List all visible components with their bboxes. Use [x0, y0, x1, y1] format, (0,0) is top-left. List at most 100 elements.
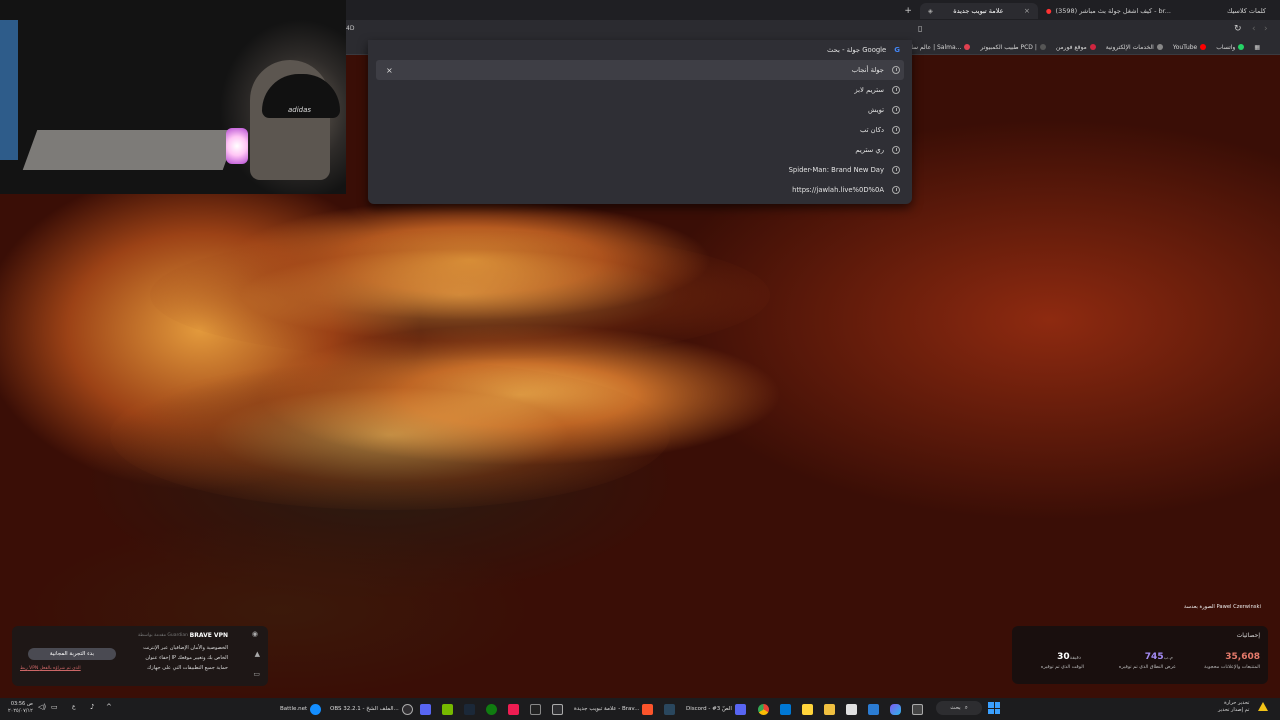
photo-credit[interactable]: الصورة بعدسة Pawel Czerwinski: [1184, 604, 1261, 610]
stat-time: 30دقيقة الوقت الذي تم توفيره: [1041, 652, 1084, 670]
capcut-icon[interactable]: [530, 701, 541, 717]
history-icon: [892, 86, 900, 94]
suggestion-history-item[interactable]: Spider-Man: Brand New Day: [376, 160, 904, 180]
youtube-icon: ●: [1045, 7, 1052, 15]
heat-warning-notification[interactable]: تحذير حرارة تم إصدار تحذير: [1218, 700, 1249, 714]
plus-icon: +: [904, 6, 912, 16]
tab-1[interactable]: ◈ علامة تبويب جديدة ×: [919, 3, 1038, 19]
obs-icon: [401, 703, 413, 715]
network-icon[interactable]: ▭: [51, 703, 58, 711]
suggestion-history-item[interactable]: × جولة أنجاب: [376, 60, 904, 80]
start-button[interactable]: [988, 702, 1000, 714]
browser-tabstrip: كلمات كلاسيك ● (3598) كيف اشغل جولة بث مب…: [346, 0, 1280, 20]
new-tab-button[interactable]: +: [896, 3, 920, 19]
cap-text: adidas: [288, 106, 312, 114]
chrome-icon[interactable]: [758, 701, 769, 717]
suggestion-history-item[interactable]: https://jawlah.live%0D%0A: [376, 180, 904, 200]
store-icon[interactable]: [780, 701, 791, 717]
bookmark-eservices[interactable]: الخدمات الإلكترونية: [1106, 44, 1163, 51]
extension-icon[interactable]: 4D: [346, 25, 354, 32]
forum-icon: [1089, 44, 1096, 50]
reload-icon[interactable]: ↻: [1234, 24, 1242, 34]
tab-3[interactable]: كلمات كلاسيك: [1219, 3, 1274, 19]
taskbar-brave[interactable]: علامة تبويب جديدة - Brav...: [574, 701, 654, 717]
bookmark-whatsapp[interactable]: واتساب: [1216, 44, 1245, 51]
steam-icon[interactable]: [464, 701, 475, 717]
warning-icon: [1258, 702, 1268, 711]
forward-icon[interactable]: ›: [1264, 24, 1268, 34]
webcam-overlay: adidas: [0, 0, 346, 194]
discord-icon[interactable]: [420, 701, 431, 717]
volume-icon[interactable]: ◁): [38, 703, 46, 711]
stat-bandwidth: 745م.ب عرض النطاق الذي تم توفيره: [1119, 652, 1176, 670]
taskview-icon[interactable]: [912, 701, 923, 717]
vpn-feature: إخفاء عنوان IP الخاص بك وتغيير موقعك: [145, 655, 228, 661]
mic-icon[interactable]: ♪: [90, 703, 94, 711]
bookmark-salma[interactable]: عالم سلمى | Salma...: [903, 44, 971, 51]
nvidia-icon[interactable]: [442, 701, 453, 717]
back-icon[interactable]: ‹: [1252, 24, 1256, 34]
bookmark-forum[interactable]: موقع فورمن: [1056, 44, 1096, 51]
link-purchased-vpn[interactable]: ربط VPN الذي تم شراؤه بالفعل: [20, 666, 81, 671]
suggestion-google-search[interactable]: جولة - بحث Google G: [376, 40, 904, 60]
google-icon: G: [894, 46, 900, 54]
history-icon: [892, 186, 900, 194]
tab-2[interactable]: ● (3598) كيف اشغل جولة بث مباشر - br...: [1038, 3, 1179, 19]
suggestion-history-item[interactable]: دكان تب: [376, 120, 904, 140]
stat-trackers: 35,608 المتتبعات والإعلانات محجوبة: [1204, 652, 1260, 670]
stats-title: إحصائيات: [1236, 632, 1260, 639]
notes-icon[interactable]: [802, 701, 813, 717]
globe-icon: [1156, 44, 1163, 50]
brave-icon: [642, 703, 654, 715]
copilot-icon[interactable]: [890, 701, 901, 717]
store2-icon[interactable]: [846, 701, 857, 717]
history-icon: [892, 106, 900, 114]
pcd-icon: [1039, 44, 1046, 50]
close-tab-icon[interactable]: ×: [1024, 7, 1030, 15]
explorer-icon[interactable]: [824, 701, 835, 717]
salma-icon: [964, 44, 971, 50]
word-icon[interactable]: [868, 701, 879, 717]
vpn-feature: حماية جميع التطبيقات التي على جهازك: [147, 665, 228, 671]
bookmark-icon[interactable]: ▯: [918, 24, 922, 33]
remove-suggestion-icon[interactable]: ×: [386, 66, 393, 75]
tiktok-icon[interactable]: [508, 701, 519, 717]
stat-unit: دقيقة: [1069, 655, 1081, 661]
youtube-icon: [1200, 44, 1207, 50]
tab-title: كلمات كلاسيك: [1226, 7, 1266, 15]
search-icon: ⌕: [964, 704, 968, 711]
calendar-icon[interactable]: [552, 701, 563, 717]
battlenet-icon: [310, 703, 322, 715]
start-free-trial-button[interactable]: بدء التجربة المجانية: [28, 648, 116, 660]
bookmark-pcd[interactable]: طبيب الكمبيوتر PCD |: [980, 44, 1046, 51]
device-icon: ▭: [253, 670, 260, 678]
language-indicator[interactable]: ع: [72, 703, 76, 710]
suggestion-history-item[interactable]: ري ستريم: [376, 140, 904, 160]
apps-icon[interactable]: ▦: [1254, 44, 1260, 51]
stat-unit: م.ب: [1163, 655, 1173, 661]
taskbar-discord[interactable]: Discord - #الصّ 3: [686, 701, 746, 717]
clock[interactable]: 03:56 ص ٢٠٢٥/٠٧/١٢: [8, 701, 33, 715]
brave-vpn-popup: ◉ BRAVE VPN مقدمة بواسطة Guardian الخصوص…: [12, 626, 268, 686]
webcam-monitor: [0, 20, 18, 160]
stat-value: 745: [1144, 652, 1164, 662]
background-wallpaper: [150, 230, 770, 360]
tray-overflow-icon[interactable]: ^: [106, 703, 112, 711]
steam2-icon[interactable]: [664, 701, 675, 717]
tab-title: علامة تبويب جديدة: [953, 7, 1004, 15]
omnibox-dropdown: جولة - بحث Google G × جولة أنجاب ستريم لا…: [368, 40, 912, 204]
suggestion-history-item[interactable]: ستريم لابز: [376, 80, 904, 100]
taskbar-obs[interactable]: OBS 32.2.1 - الملف الشخ...: [330, 701, 413, 717]
vpn-feature: الخصوصية والأمان الإضافيان عبر الإنترنت: [143, 645, 228, 651]
suggestion-history-item[interactable]: تويش: [376, 100, 904, 120]
taskbar-battlenet[interactable]: Battle.net: [280, 701, 322, 717]
xbox-icon[interactable]: [486, 701, 497, 717]
bookmark-youtube[interactable]: YouTube: [1173, 44, 1207, 51]
stat-value: 30: [1057, 652, 1070, 662]
vpn-settings-icon[interactable]: ◉: [252, 630, 258, 638]
discord2-icon: [734, 703, 746, 715]
stats-panel: إحصائيات 35,608 المتتبعات والإعلانات محج…: [1012, 626, 1268, 684]
taskbar-search[interactable]: بحث ⌕: [936, 701, 982, 715]
stat-value: 35,608: [1225, 652, 1260, 662]
warning-icon: ▲: [254, 650, 260, 658]
